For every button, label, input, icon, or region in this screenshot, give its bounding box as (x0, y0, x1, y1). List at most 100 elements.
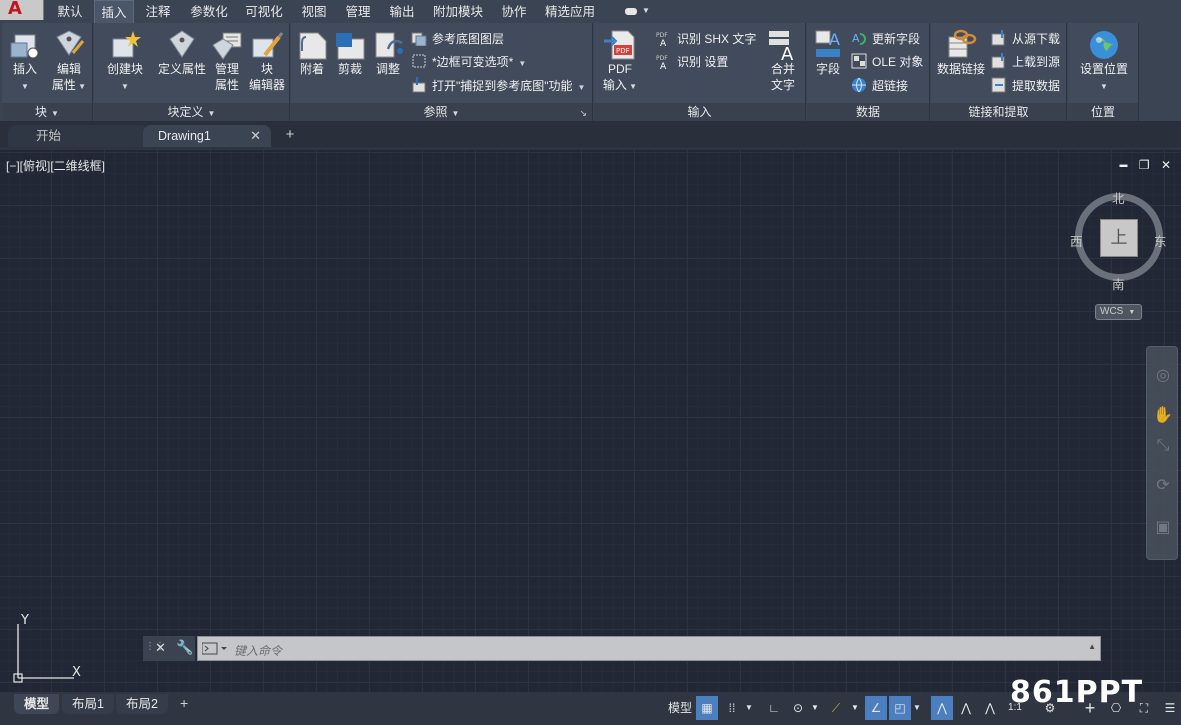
model-space-toggle[interactable]: 模型 (665, 696, 695, 720)
compass-north[interactable]: 北 (1112, 188, 1125, 207)
compass-west[interactable]: 西 (1070, 231, 1083, 250)
panel-title-linking-extraction[interactable]: 链接和提取 (931, 103, 1066, 121)
ortho-icon[interactable]: ∟ (763, 696, 785, 720)
zoom-icon[interactable]: ⤡ (1152, 435, 1174, 457)
object-snap-icon[interactable]: ◰ (889, 696, 911, 720)
clip-button[interactable]: 剪裁 (331, 29, 369, 77)
wcs-dropdown[interactable]: WCS ▼ (1095, 304, 1142, 320)
tab-annotate[interactable]: 注释 (140, 0, 176, 23)
file-tab-drawing1[interactable]: Drawing1 ✕ (143, 125, 271, 147)
close-command-line-icon[interactable]: ✕ (155, 640, 166, 656)
layout-tab-layout1[interactable]: 布局1 (62, 694, 114, 714)
viewcube[interactable]: 上 北 南 西 东 (1068, 186, 1170, 293)
panel-reference: 附着 剪裁 调整 参考底图图层 *边框可变选项* ▼ 打开"捕捉到参考底图"功能 ▼… (291, 23, 593, 121)
dialog-launcher-icon[interactable]: ↘ (579, 104, 587, 122)
insert-button[interactable]: 插入 ▼ (6, 29, 44, 95)
field-icon: A (815, 30, 840, 57)
panel-title-block[interactable]: 块 ▼ (2, 103, 92, 121)
panel-title-block-definition[interactable]: 块定义 ▼ (94, 103, 289, 121)
tab-collaborate[interactable]: 协作 (496, 0, 532, 23)
panel-title-location[interactable]: 位置 (1068, 103, 1138, 121)
layout-tab-layout2[interactable]: 布局2 (116, 694, 168, 714)
underlay-layers-button[interactable]: 参考底图图层 (411, 29, 504, 49)
add-layout-button[interactable]: + (174, 693, 194, 713)
recognize-settings-button[interactable]: PDF A 识别 设置 (656, 52, 728, 72)
object-snap-tracking-icon[interactable]: ∠ (865, 696, 887, 720)
manage-attributes-button[interactable]: 管理 属性 (210, 29, 244, 93)
combine-text-button[interactable]: A 合并 文字 (764, 29, 802, 93)
panel-title-reference[interactable]: 参照 ▼ ↘ (291, 103, 592, 121)
compass-south[interactable]: 南 (1112, 274, 1125, 293)
close-icon[interactable]: ✕ (1161, 158, 1171, 172)
ribbon-toggle-icon[interactable] (625, 8, 637, 15)
viewport-controls-label[interactable]: [−][俯视][二维线框] (6, 157, 105, 174)
steering-wheel-icon[interactable]: ◎ (1152, 365, 1174, 387)
showmotion-icon[interactable]: ▣ (1152, 517, 1174, 539)
application-menu-button[interactable]: A (0, 0, 44, 20)
chevron-down-icon[interactable]: ▼ (642, 6, 650, 15)
pdf-import-button[interactable]: PDF PDF 输入 ▼ (600, 29, 640, 95)
command-line-grip[interactable]: ⋮⋮ ✕ 🔧 (143, 636, 195, 661)
adjust-button[interactable]: 调整 (369, 29, 407, 77)
panel-import: PDF PDF 输入 ▼ PDF A 识别 SHX 文字 PDF A 识别 设置 A 合… (594, 23, 806, 121)
upload-to-source-button[interactable]: 上载到源 (991, 52, 1060, 72)
snap-underlay-dropdown[interactable]: 打开"捕捉到参考底图"功能 ▼ (411, 76, 585, 96)
recent-commands-icon[interactable]: ▲ (1088, 642, 1096, 651)
minimize-icon[interactable]: ▬ (1119, 160, 1127, 169)
layout-tab-model[interactable]: 模型 (14, 694, 60, 714)
auto-scale-icon[interactable]: ⋀ (955, 696, 977, 720)
command-prompt-icon[interactable] (202, 642, 228, 656)
tab-view[interactable]: 视图 (296, 0, 332, 23)
grid-icon[interactable]: ▦ (696, 696, 718, 720)
close-tab-icon[interactable]: ✕ (250, 125, 261, 147)
recognize-shx-button[interactable]: PDF A 识别 SHX 文字 (656, 29, 756, 49)
ucs-y-label: Y (20, 613, 29, 628)
attach-icon (299, 32, 327, 60)
panel-title-data[interactable]: 数据 (807, 103, 929, 121)
new-tab-button[interactable]: + (281, 126, 299, 144)
tab-output[interactable]: 输出 (384, 0, 420, 23)
tab-insert[interactable]: 插入 (94, 0, 134, 23)
hyperlink-button[interactable]: 超链接 (851, 76, 908, 96)
isometric-icon[interactable]: ⟋ (825, 696, 847, 720)
tab-manage[interactable]: 管理 (340, 0, 376, 23)
define-attributes-button[interactable]: 定义属性 (154, 29, 210, 77)
update-fields-button[interactable]: A 更新字段 (851, 29, 920, 49)
chevron-down-icon[interactable]: ▼ (743, 696, 755, 720)
create-block-button[interactable]: 创建块 ▼ (102, 29, 148, 95)
drawing-area[interactable] (0, 147, 1181, 692)
download-from-source-button[interactable]: 从源下载 (991, 29, 1060, 49)
tab-parametric[interactable]: 参数化 (184, 0, 234, 23)
tab-default[interactable]: 默认 (52, 0, 88, 23)
restore-icon[interactable]: ❐ (1139, 158, 1150, 172)
edit-attributes-button[interactable]: 编辑 属性 ▼ (48, 29, 90, 95)
tab-featured-apps[interactable]: 精选应用 (540, 0, 600, 23)
panel-title-import[interactable]: 输入 (594, 103, 805, 121)
viewcube-top-face[interactable]: 上 (1100, 219, 1138, 257)
ole-object-button[interactable]: OLE 对象 (851, 52, 923, 72)
tab-visualize[interactable]: 可视化 (241, 0, 287, 23)
annotation-visibility-icon[interactable]: ⋀ (931, 696, 953, 720)
data-link-button[interactable]: 数据链接 (933, 29, 989, 77)
wrench-icon[interactable]: 🔧 (176, 639, 193, 656)
field-button[interactable]: A 字段 (809, 29, 847, 77)
chevron-down-icon[interactable]: ▼ (911, 696, 923, 720)
customize-menu-icon[interactable]: ☰ (1159, 696, 1181, 720)
snap-mode-icon[interactable]: ⁞⁞ (721, 696, 743, 720)
command-input[interactable]: 键入命令 ▲ (197, 636, 1101, 661)
extract-data-button[interactable]: 提取数据 (991, 76, 1060, 96)
attach-button[interactable]: 附着 (293, 29, 331, 77)
file-tab-start[interactable]: 开始 (8, 125, 148, 147)
pan-hand-icon[interactable]: ✋ (1152, 405, 1174, 427)
polar-tracking-icon[interactable]: ⊙ (787, 696, 809, 720)
set-location-button[interactable]: 设置位置 ▼ (1072, 29, 1136, 95)
annotation-scale-icon[interactable]: ⋀ (979, 696, 1001, 720)
chevron-down-icon[interactable]: ▼ (809, 696, 821, 720)
block-editor-button[interactable]: 块 编辑器 (246, 29, 288, 93)
orbit-icon[interactable]: ⟳ (1152, 475, 1174, 497)
chevron-down-icon[interactable]: ▼ (849, 696, 861, 720)
tab-addins[interactable]: 附加模块 (428, 0, 488, 23)
frames-dropdown[interactable]: *边框可变选项* ▼ (411, 52, 526, 72)
compass-east[interactable]: 东 (1154, 231, 1167, 250)
clip-icon (336, 33, 365, 60)
